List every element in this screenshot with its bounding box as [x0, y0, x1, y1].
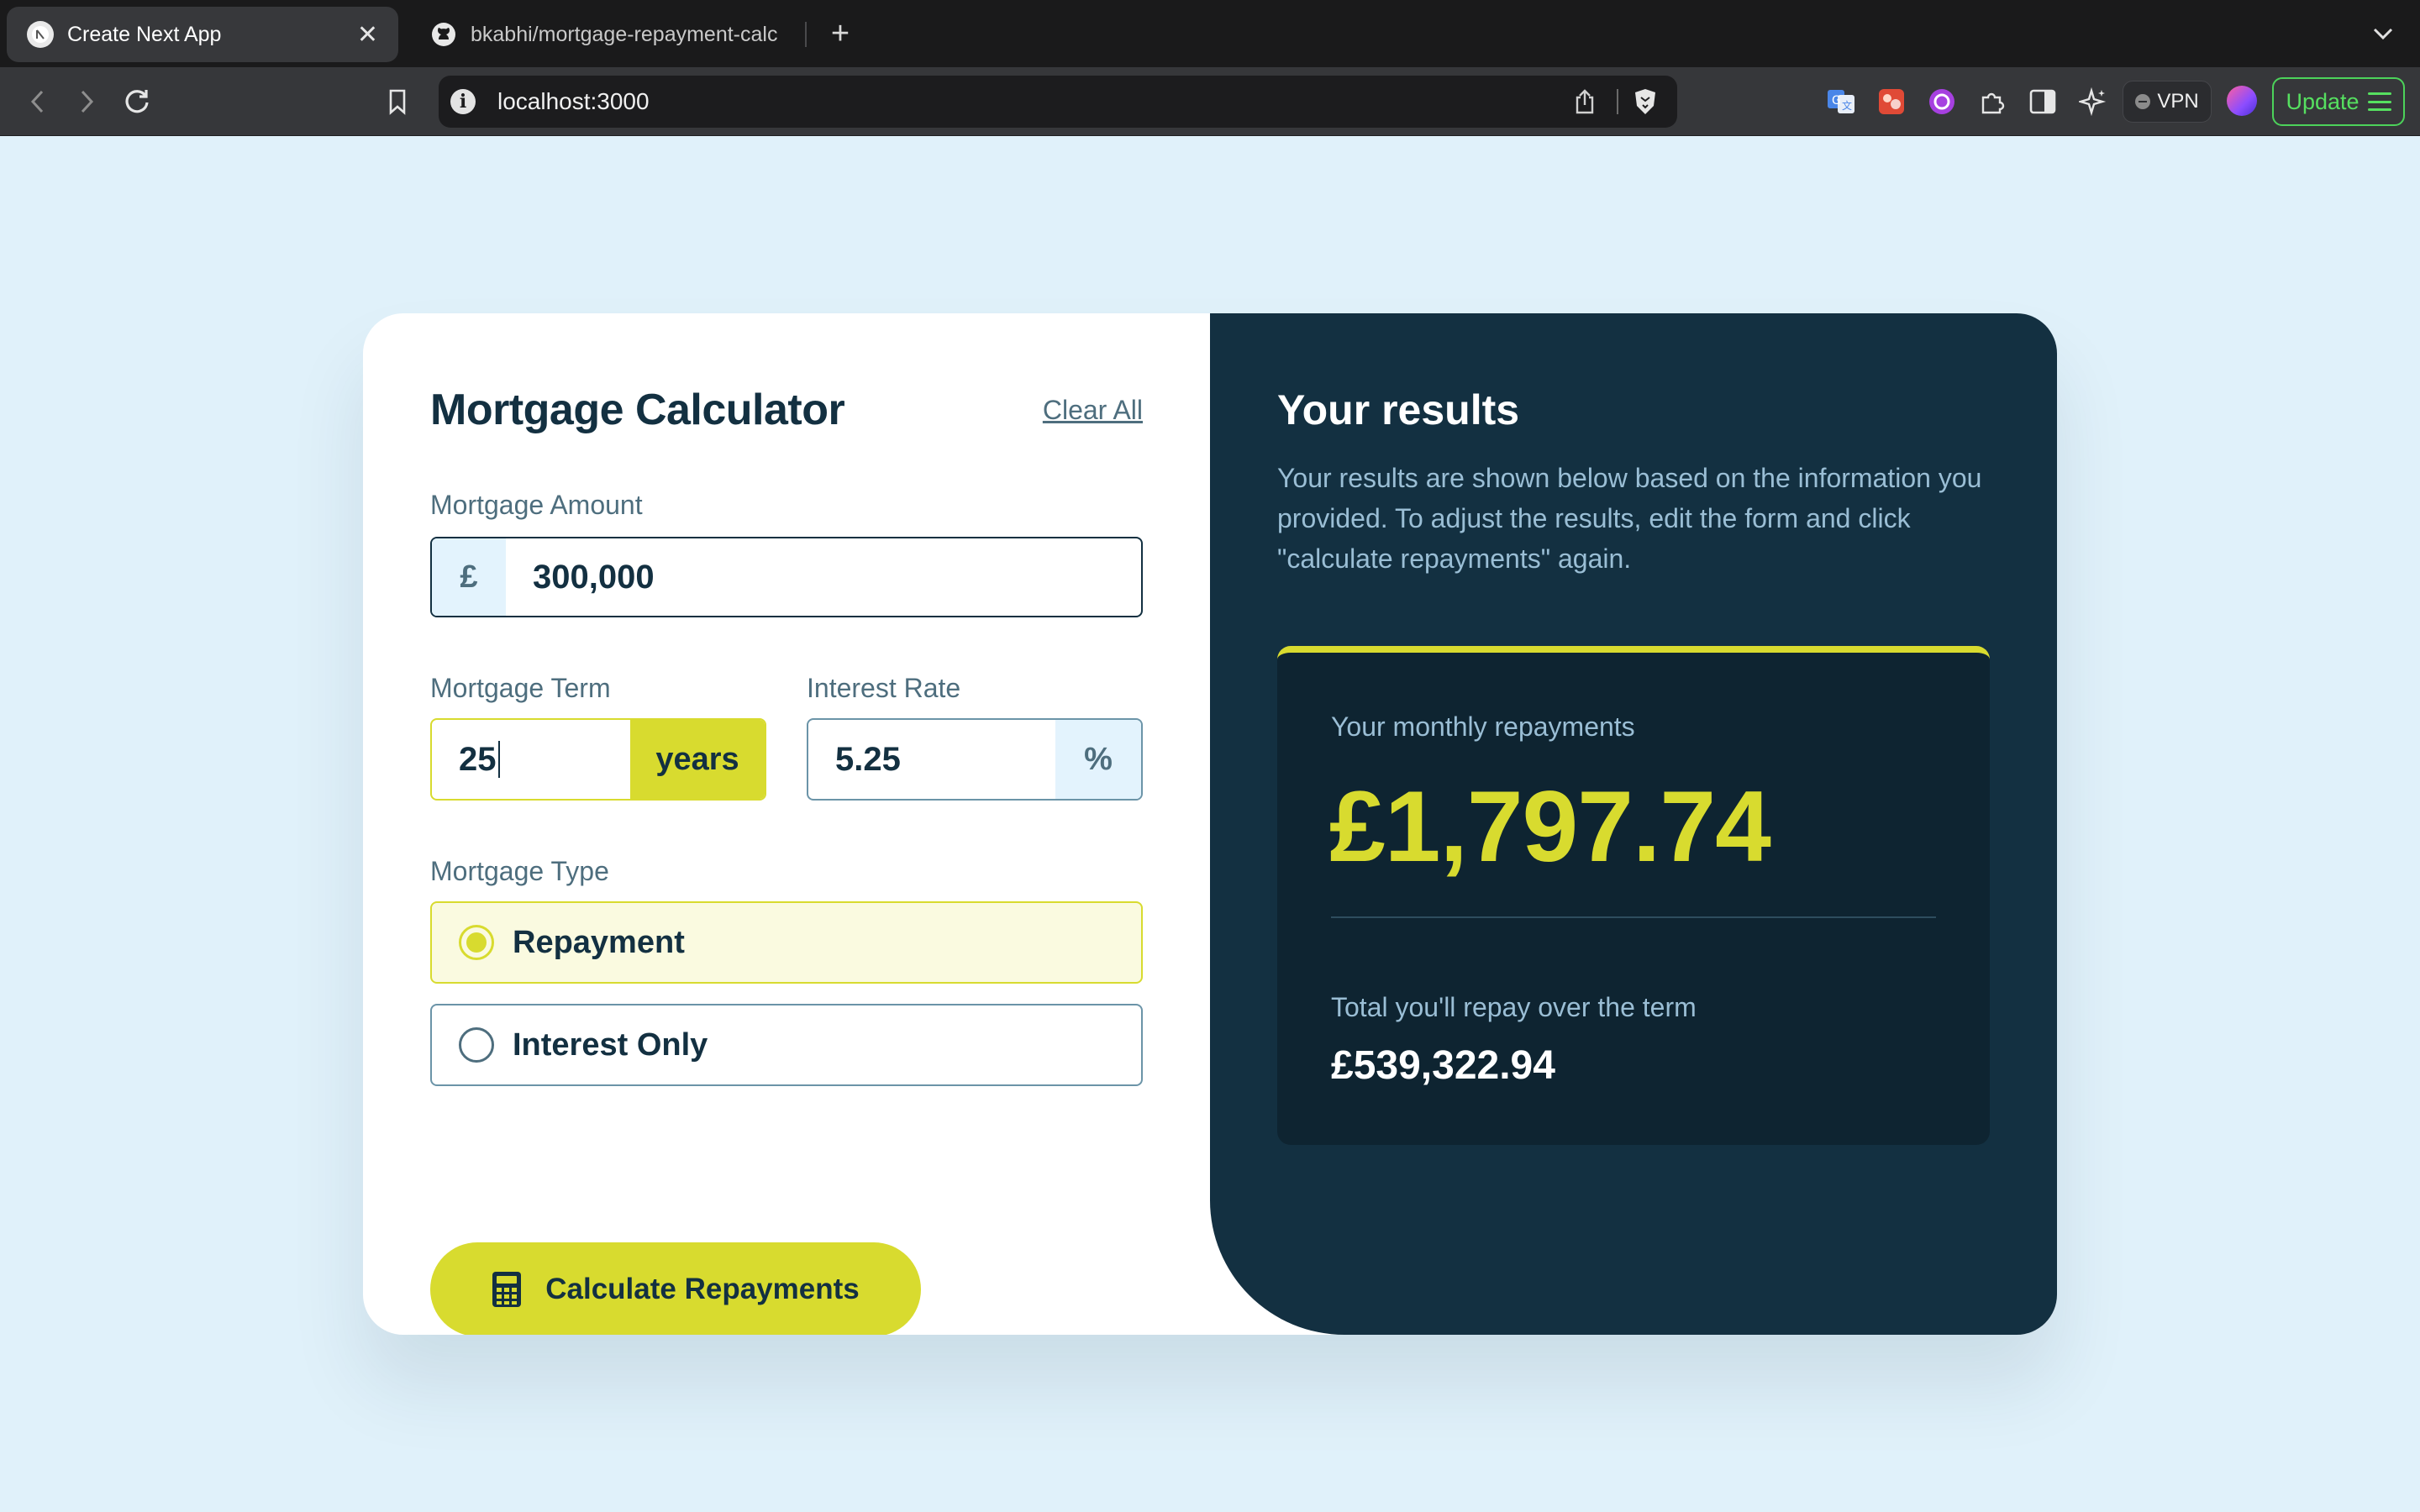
page-title: Mortgage Calculator	[430, 386, 845, 434]
vpn-label: VPN	[2157, 90, 2199, 113]
results-title: Your results	[1277, 386, 1520, 433]
tab-github-repo[interactable]: bkabhi/mortgage-repayment-calc	[410, 7, 812, 62]
interest-rate-input[interactable]: 5.25	[808, 720, 1055, 799]
translate-extension-icon[interactable]: G文	[1823, 84, 1859, 119]
mortgage-amount-field[interactable]: £ 300,000	[430, 537, 1143, 617]
monthly-repayments-value: £1,797.74	[1329, 770, 1771, 883]
image-extension-icon[interactable]	[1874, 84, 1909, 119]
address-bar[interactable]: i localhost:3000	[439, 76, 1677, 128]
mortgage-term-value: 25	[459, 740, 497, 778]
update-button[interactable]: Update	[2272, 77, 2405, 126]
profile-avatar[interactable]	[2227, 86, 2257, 116]
mortgage-term-input[interactable]: 25	[432, 720, 630, 799]
radio-unselected-icon	[459, 1027, 494, 1063]
puzzle-extensions-icon[interactable]	[1975, 84, 2010, 119]
nextjs-favicon-icon	[27, 21, 54, 48]
radio-interest-only[interactable]: Interest Only	[430, 1004, 1143, 1086]
clear-all-link[interactable]: Clear All	[1043, 395, 1143, 426]
mortgage-card: Mortgage Calculator Clear All Mortgage A…	[363, 313, 2057, 1335]
currency-prefix: £	[432, 538, 506, 616]
browser-tab-bar: Create Next App ✕ bkabhi/mortgage-repaym…	[0, 0, 2420, 67]
percent-suffix: %	[1055, 720, 1141, 799]
chevron-down-icon[interactable]	[2365, 15, 2402, 52]
url-divider	[1617, 89, 1618, 114]
calculator-form: Mortgage Calculator Clear All Mortgage A…	[430, 381, 1143, 1335]
results-summary-box: Your monthly repayments £1,797.74 Total …	[1277, 646, 1990, 1145]
total-repay-value: £539,322.94	[1331, 1043, 1555, 1088]
mortgage-type-label: Mortgage Type	[430, 856, 609, 886]
sidebar-toggle-icon[interactable]	[2025, 84, 2060, 119]
site-info-icon[interactable]: i	[450, 89, 476, 114]
results-description: Your results are shown below based on th…	[1277, 463, 1982, 574]
radio-repayment-label: Repayment	[513, 924, 685, 960]
radio-interest-only-label: Interest Only	[513, 1026, 708, 1063]
leo-ai-sparkle-icon[interactable]	[2075, 84, 2111, 119]
new-tab-icon[interactable]: +	[820, 13, 860, 54]
interest-rate-field[interactable]: 5.25 %	[807, 718, 1143, 801]
url-text[interactable]: localhost:3000	[497, 88, 1568, 115]
update-label: Update	[2286, 88, 2360, 114]
tab-title: Create Next App	[67, 22, 222, 46]
monthly-repayments-label: Your monthly repayments	[1331, 711, 1635, 742]
purple-extension-icon[interactable]	[1924, 84, 1960, 119]
page-background: Mortgage Calculator Clear All Mortgage A…	[0, 136, 2420, 1512]
total-repay-label: Total you'll repay over the term	[1331, 992, 1697, 1022]
results-divider	[1331, 916, 1936, 918]
tab-create-next-app[interactable]: Create Next App ✕	[7, 7, 398, 62]
tab-title: bkabhi/mortgage-repayment-calc	[471, 22, 778, 46]
svg-text:文: 文	[1842, 99, 1852, 112]
tab-separator	[805, 22, 807, 47]
mortgage-amount-label: Mortgage Amount	[430, 490, 643, 520]
reload-icon[interactable]	[118, 82, 156, 121]
interest-rate-label: Interest Rate	[807, 673, 961, 703]
browser-toolbar: i localhost:3000 G文 VPN Update	[0, 67, 2420, 136]
hamburger-menu-icon	[2367, 92, 2391, 111]
form-header: Mortgage Calculator Clear All	[430, 381, 1143, 439]
svg-text:G: G	[1832, 94, 1841, 108]
calculate-repayments-button[interactable]: Calculate Repayments	[430, 1242, 921, 1335]
vpn-button[interactable]: VPN	[2123, 81, 2212, 123]
calculator-icon	[492, 1272, 522, 1307]
forward-arrow-icon[interactable]	[67, 82, 106, 121]
radio-repayment[interactable]: Repayment	[430, 901, 1143, 984]
calculate-repayments-label: Calculate Repayments	[545, 1273, 860, 1305]
github-favicon-icon	[430, 21, 457, 48]
brave-shield-icon[interactable]	[1628, 85, 1662, 118]
years-suffix: years	[630, 720, 765, 799]
bookmark-icon[interactable]	[378, 82, 417, 121]
close-tab-icon[interactable]: ✕	[357, 20, 378, 50]
mortgage-amount-input[interactable]: 300,000	[506, 538, 655, 616]
share-icon[interactable]	[1568, 85, 1602, 118]
vpn-status-icon	[2135, 94, 2151, 109]
text-caret	[497, 741, 500, 778]
radio-selected-icon	[459, 925, 494, 960]
mortgage-term-field[interactable]: 25 years	[430, 718, 766, 801]
back-arrow-icon[interactable]	[18, 82, 57, 121]
results-panel: Your results Your results are shown belo…	[1210, 313, 2057, 1335]
mortgage-term-label: Mortgage Term	[430, 673, 611, 703]
